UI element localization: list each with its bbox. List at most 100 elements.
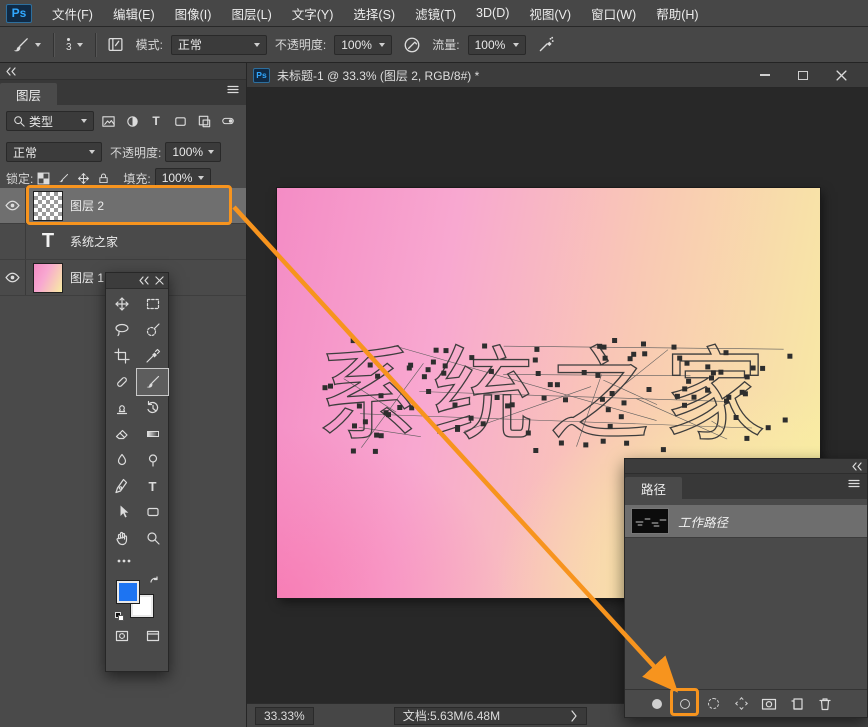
menu-image[interactable]: 图像(I)	[165, 0, 222, 27]
quick-selection-tool[interactable]	[137, 317, 168, 343]
filter-smart-objects-icon[interactable]	[194, 111, 214, 131]
tab-paths[interactable]: 路径	[625, 477, 682, 499]
history-brush-tool[interactable]	[137, 395, 168, 421]
collapse-panel-icon[interactable]	[851, 462, 862, 471]
lock-all-icon[interactable]	[93, 168, 113, 188]
zoom-tool[interactable]	[137, 525, 168, 551]
make-work-path-button[interactable]	[733, 696, 749, 712]
blend-mode-select[interactable]: 正常	[6, 142, 102, 162]
filter-shape-layers-icon[interactable]	[170, 111, 190, 131]
pen-pressure-opacity-icon[interactable]	[400, 33, 424, 57]
visibility-toggle[interactable]	[0, 188, 26, 223]
document-titlebar[interactable]: Ps 未标题-1 @ 33.3% (图层 2, RGB/8#) *	[247, 63, 868, 88]
toggle-brush-settings-icon[interactable]	[104, 33, 128, 57]
airbrush-icon[interactable]	[534, 33, 558, 57]
layer-name[interactable]: 系统之家	[70, 233, 118, 250]
paths-panel-header[interactable]	[625, 459, 867, 474]
delete-path-button[interactable]	[817, 696, 833, 712]
blur-tool[interactable]	[106, 447, 137, 473]
load-path-as-selection-button[interactable]	[705, 696, 721, 712]
visibility-toggle[interactable]	[0, 224, 26, 259]
layer-filter-select[interactable]: 类型	[6, 111, 94, 131]
stroke-path-button[interactable]	[677, 696, 693, 712]
menu-window[interactable]: 窗口(W)	[581, 0, 646, 27]
lock-pixels-icon[interactable]	[53, 168, 73, 188]
layer-filter-toggle[interactable]	[218, 111, 238, 131]
work-path-name[interactable]: 工作路径	[678, 512, 728, 531]
fill-select[interactable]: 100%	[155, 168, 211, 188]
brush-size-preset[interactable]: 3	[62, 38, 87, 52]
gradient-tool[interactable]	[137, 421, 168, 447]
gradient-layer-thumbnail[interactable]	[33, 263, 63, 293]
layer-row-text[interactable]: T 系统之家	[0, 224, 246, 260]
rectangular-marquee-tool[interactable]	[137, 291, 168, 317]
brush-tool[interactable]	[137, 369, 168, 395]
add-mask-button[interactable]	[761, 696, 777, 712]
collapse-panel-icon[interactable]	[5, 67, 16, 76]
menu-file[interactable]: 文件(F)	[42, 0, 103, 27]
panel-menu-icon[interactable]	[847, 478, 861, 493]
filter-adjustment-layers-icon[interactable]	[122, 111, 142, 131]
move-tool[interactable]	[106, 291, 137, 317]
mode-select[interactable]: 正常	[171, 35, 267, 55]
close-icon[interactable]	[155, 276, 164, 285]
spot-healing-brush-tool[interactable]	[106, 369, 137, 395]
zoom-level[interactable]: 33.33%	[255, 707, 314, 725]
status-chevron-icon[interactable]	[570, 710, 578, 722]
eyedropper-tool[interactable]	[137, 343, 168, 369]
layer-name[interactable]: 图层 2	[70, 197, 104, 214]
minimize-button[interactable]	[754, 67, 776, 83]
quick-mask-button[interactable]	[106, 623, 137, 649]
clone-stamp-tool[interactable]	[106, 395, 137, 421]
swap-colors-icon[interactable]	[149, 575, 159, 589]
brush-size-value: 3	[66, 43, 72, 52]
screen-mode-button[interactable]	[137, 623, 168, 649]
menu-3d[interactable]: 3D(D)	[466, 0, 519, 27]
document-info[interactable]: 文档:5.63M/6.48M	[394, 707, 587, 725]
menu-help[interactable]: 帮助(H)	[646, 0, 708, 27]
pen-tool[interactable]	[106, 473, 137, 499]
menu-filter[interactable]: 滤镜(T)	[405, 0, 466, 27]
menu-view[interactable]: 视图(V)	[519, 0, 581, 27]
new-path-button[interactable]	[789, 696, 805, 712]
path-selection-tool[interactable]	[106, 499, 137, 525]
layer-opacity-select[interactable]: 100%	[165, 142, 221, 162]
path-thumbnail[interactable]	[631, 508, 669, 534]
eraser-tool[interactable]	[106, 421, 137, 447]
dodge-tool[interactable]	[137, 447, 168, 473]
lock-transparency-icon[interactable]	[33, 168, 53, 188]
tab-layers[interactable]: 图层	[0, 83, 57, 105]
text-layer-thumbnail[interactable]: T	[33, 227, 63, 257]
default-colors-icon[interactable]	[115, 612, 124, 621]
layer-name[interactable]: 图层 1	[70, 269, 104, 286]
photoshop-logo[interactable]: Ps	[6, 4, 32, 23]
lock-position-icon[interactable]	[73, 168, 93, 188]
lasso-tool[interactable]	[106, 317, 137, 343]
hand-tool[interactable]	[106, 525, 137, 551]
fill-path-button[interactable]	[649, 696, 665, 712]
edit-toolbar-button[interactable]	[106, 551, 168, 571]
layer-thumbnail[interactable]	[33, 191, 63, 221]
work-path-row[interactable]: 工作路径	[625, 505, 867, 538]
document-size: 文档:5.63M/6.48M	[403, 707, 500, 724]
menu-edit[interactable]: 编辑(E)	[103, 0, 165, 27]
menu-type[interactable]: 文字(Y)	[282, 0, 344, 27]
filter-pixel-layers-icon[interactable]	[98, 111, 118, 131]
visibility-toggle[interactable]	[0, 260, 26, 295]
panel-menu-icon[interactable]	[226, 84, 240, 99]
close-button[interactable]	[830, 67, 852, 83]
tools-panel-header[interactable]	[106, 273, 168, 289]
collapse-panel-icon[interactable]	[138, 276, 149, 285]
menu-layer[interactable]: 图层(L)	[221, 0, 281, 27]
foreground-color-swatch[interactable]	[117, 581, 139, 603]
flow-select[interactable]: 100%	[468, 35, 526, 55]
layer-row-layer2[interactable]: 图层 2	[0, 188, 246, 224]
menu-select[interactable]: 选择(S)	[343, 0, 405, 27]
filter-type-layers-icon[interactable]: T	[146, 111, 166, 131]
maximize-button[interactable]	[792, 67, 814, 83]
shape-tool[interactable]	[137, 499, 168, 525]
opacity-select[interactable]: 100%	[334, 35, 392, 55]
crop-tool[interactable]	[106, 343, 137, 369]
type-tool[interactable]: T	[137, 473, 168, 499]
tool-preset-picker[interactable]	[8, 36, 45, 54]
